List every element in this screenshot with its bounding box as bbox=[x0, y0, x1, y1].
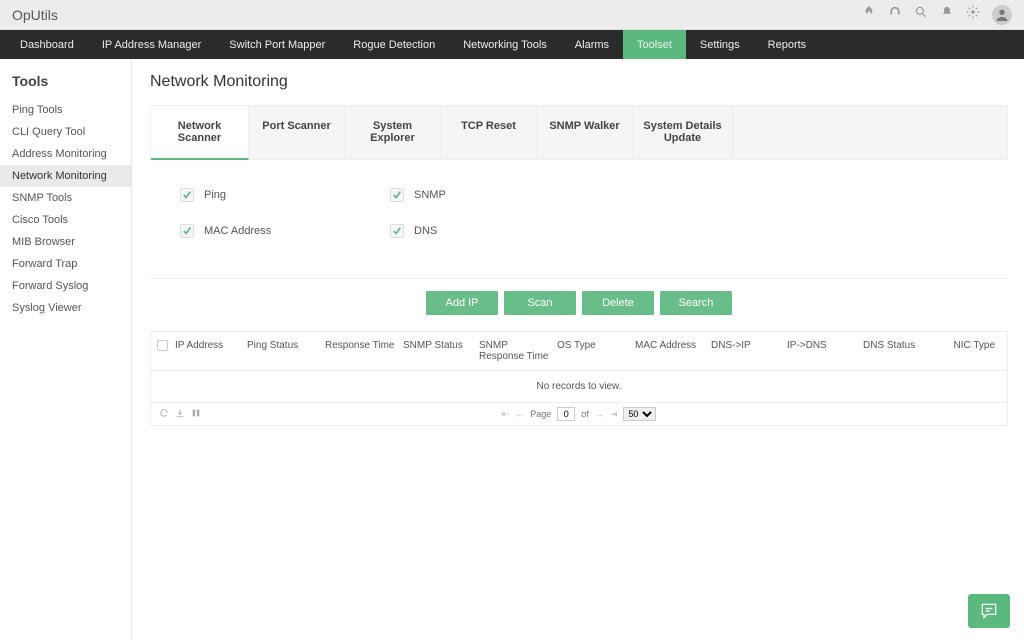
option-dns-label: DNS bbox=[414, 225, 437, 237]
sidebar-syslog-viewer[interactable]: Syslog Viewer bbox=[0, 297, 131, 319]
avatar[interactable] bbox=[992, 5, 1012, 25]
search-button[interactable]: Search bbox=[660, 291, 732, 315]
col-snmp-status[interactable]: SNMP Status bbox=[403, 340, 479, 351]
sidebar-cli-query-tool[interactable]: CLI Query Tool bbox=[0, 121, 131, 143]
col-ping-status[interactable]: Ping Status bbox=[247, 340, 325, 351]
divider bbox=[150, 278, 1008, 279]
results-table: IP Address Ping Status Response Time SNM… bbox=[150, 331, 1008, 426]
col-ip-address[interactable]: IP Address bbox=[175, 340, 247, 351]
pager-per-page-select[interactable]: 50 bbox=[623, 407, 656, 421]
top-icons bbox=[862, 5, 1012, 25]
pager-next-icon[interactable]: → bbox=[595, 409, 604, 419]
tab-network-scanner[interactable]: Network Scanner bbox=[151, 106, 249, 160]
nav-toolset[interactable]: Toolset bbox=[623, 30, 686, 59]
sidebar-forward-syslog[interactable]: Forward Syslog bbox=[0, 275, 131, 297]
col-dns-to-ip[interactable]: DNS->IP bbox=[711, 340, 787, 351]
table-header: IP Address Ping Status Response Time SNM… bbox=[151, 332, 1007, 371]
sidebar-network-monitoring[interactable]: Network Monitoring bbox=[0, 165, 131, 187]
option-snmp-label: SNMP bbox=[414, 189, 446, 201]
nav-ip-address-manager[interactable]: IP Address Manager bbox=[88, 30, 215, 59]
option-snmp[interactable]: SNMP bbox=[390, 188, 600, 202]
checkbox-ping[interactable] bbox=[180, 188, 194, 202]
sidebar-address-monitoring[interactable]: Address Monitoring bbox=[0, 143, 131, 165]
scan-options: Ping SNMP MAC Address DNS bbox=[150, 160, 650, 278]
pager-page-input[interactable] bbox=[557, 407, 575, 421]
headset-icon[interactable] bbox=[888, 5, 902, 24]
tab-snmp-walker[interactable]: SNMP Walker bbox=[537, 106, 633, 159]
table-empty-message: No records to view. bbox=[151, 371, 1007, 402]
tab-tcp-reset[interactable]: TCP Reset bbox=[441, 106, 537, 159]
option-dns[interactable]: DNS bbox=[390, 224, 600, 238]
nav-reports[interactable]: Reports bbox=[754, 30, 821, 59]
top-bar: OpUtils bbox=[0, 0, 1024, 30]
nav-settings[interactable]: Settings bbox=[686, 30, 754, 59]
bell-icon[interactable] bbox=[940, 5, 954, 24]
action-buttons: Add IP Scan Delete Search bbox=[150, 291, 1008, 315]
col-mac-address[interactable]: MAC Address bbox=[635, 340, 711, 351]
export-icon[interactable] bbox=[175, 408, 185, 420]
nav-networking-tools[interactable]: Networking Tools bbox=[449, 30, 561, 59]
checkbox-snmp[interactable] bbox=[390, 188, 404, 202]
option-ping[interactable]: Ping bbox=[180, 188, 390, 202]
col-snmp-response-time[interactable]: SNMP Response Time bbox=[479, 340, 557, 362]
col-response-time[interactable]: Response Time bbox=[325, 340, 403, 351]
col-nic-type[interactable]: NIC Type bbox=[933, 340, 1001, 351]
tab-system-details-update[interactable]: System Details Update bbox=[633, 106, 733, 159]
scan-button[interactable]: Scan bbox=[504, 291, 576, 315]
checkbox-dns[interactable] bbox=[390, 224, 404, 238]
col-os-type[interactable]: OS Type bbox=[557, 340, 635, 351]
chat-fab[interactable] bbox=[968, 594, 1010, 628]
sidebar-snmp-tools[interactable]: SNMP Tools bbox=[0, 187, 131, 209]
nav-dashboard[interactable]: Dashboard bbox=[6, 30, 88, 59]
brand-title: OpUtils bbox=[12, 7, 58, 23]
nav-rogue-detection[interactable]: Rogue Detection bbox=[339, 30, 449, 59]
add-ip-button[interactable]: Add IP bbox=[426, 291, 498, 315]
main-nav: Dashboard IP Address Manager Switch Port… bbox=[0, 30, 1024, 59]
nav-switch-port-mapper[interactable]: Switch Port Mapper bbox=[215, 30, 339, 59]
option-mac-label: MAC Address bbox=[204, 225, 271, 237]
sidebar: Tools Ping Tools CLI Query Tool Address … bbox=[0, 59, 132, 640]
page-title: Network Monitoring bbox=[150, 73, 1008, 91]
pager-last-icon[interactable]: ⇥ bbox=[610, 409, 618, 420]
col-ip-to-dns[interactable]: IP->DNS bbox=[787, 340, 863, 351]
tab-system-explorer[interactable]: System Explorer bbox=[345, 106, 441, 159]
pager-page-label: Page bbox=[530, 409, 551, 419]
subtabs: Network Scanner Port Scanner System Expl… bbox=[150, 105, 1008, 160]
columns-icon[interactable] bbox=[191, 408, 201, 420]
nav-alarms[interactable]: Alarms bbox=[561, 30, 623, 59]
sidebar-ping-tools[interactable]: Ping Tools bbox=[0, 99, 131, 121]
sidebar-mib-browser[interactable]: MIB Browser bbox=[0, 231, 131, 253]
table-footer: ⇤ ← Page of → ⇥ 50 bbox=[151, 402, 1007, 425]
refresh-icon[interactable] bbox=[159, 408, 169, 420]
rocket-icon[interactable] bbox=[862, 5, 876, 24]
select-all-checkbox[interactable] bbox=[157, 340, 168, 351]
sidebar-cisco-tools[interactable]: Cisco Tools bbox=[0, 209, 131, 231]
tab-port-scanner[interactable]: Port Scanner bbox=[249, 106, 345, 159]
delete-button[interactable]: Delete bbox=[582, 291, 654, 315]
pager-of-label: of bbox=[581, 409, 589, 419]
pager-prev-icon[interactable]: ← bbox=[515, 409, 524, 419]
tab-filler bbox=[733, 106, 1007, 159]
pager-first-icon[interactable]: ⇤ bbox=[502, 409, 510, 420]
sidebar-title: Tools bbox=[0, 69, 131, 99]
content-area: Network Monitoring Network Scanner Port … bbox=[132, 59, 1024, 640]
option-mac[interactable]: MAC Address bbox=[180, 224, 390, 238]
col-dns-status[interactable]: DNS Status bbox=[863, 340, 933, 351]
option-ping-label: Ping bbox=[204, 189, 226, 201]
gear-icon[interactable] bbox=[966, 5, 980, 24]
checkbox-mac[interactable] bbox=[180, 224, 194, 238]
search-icon[interactable] bbox=[914, 5, 928, 24]
chat-icon bbox=[979, 601, 999, 621]
sidebar-forward-trap[interactable]: Forward Trap bbox=[0, 253, 131, 275]
